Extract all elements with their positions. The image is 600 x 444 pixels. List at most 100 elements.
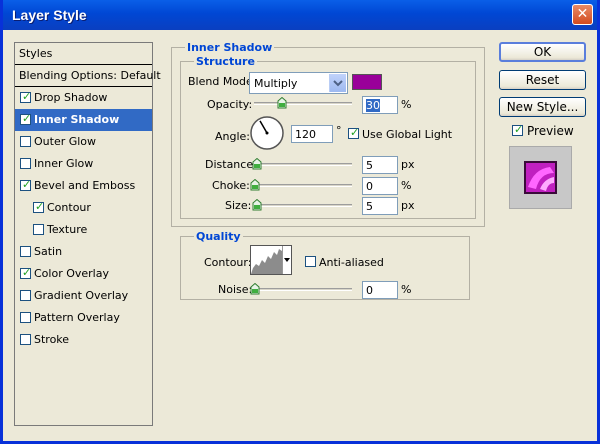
- noise-slider-thumb[interactable]: [250, 282, 260, 295]
- inner-shadow-title: Inner Shadow: [185, 41, 275, 54]
- distance-input[interactable]: 5: [362, 156, 398, 174]
- close-button[interactable]: ✕: [572, 4, 593, 25]
- angle-input[interactable]: 120: [291, 125, 333, 143]
- reset-button[interactable]: Reset: [499, 70, 586, 90]
- style-list-item[interactable]: ✓ Drop Shadow: [15, 87, 152, 109]
- choke-slider-track[interactable]: [254, 184, 352, 187]
- style-list-item-label: Pattern Overlay: [34, 311, 120, 324]
- choke-value: 0: [366, 180, 373, 193]
- shadow-color-swatch[interactable]: [352, 74, 382, 90]
- style-list-item-label: Blending Options: Default: [19, 69, 161, 82]
- new-style-label: New Style...: [506, 100, 579, 114]
- style-list-item-label: Stroke: [34, 333, 70, 346]
- style-list-item-label: Styles: [19, 47, 53, 60]
- style-checkbox[interactable]: [20, 246, 31, 257]
- style-list-item-label: Contour: [47, 201, 91, 214]
- styles-list: Styles Blending Options: Default ✓ Drop Sha…: [14, 42, 161, 426]
- size-unit: px: [401, 199, 415, 212]
- distance-label: Distance:: [205, 158, 257, 171]
- use-global-light-label[interactable]: Use Global Light: [362, 128, 452, 141]
- style-list-item[interactable]: Pattern Overlay: [15, 307, 152, 329]
- choke-label: Choke:: [212, 179, 250, 192]
- style-list-item[interactable]: Stroke: [15, 329, 152, 351]
- style-list-item-label: Gradient Overlay: [34, 289, 129, 302]
- style-checkbox[interactable]: [20, 158, 31, 169]
- style-checkbox[interactable]: [20, 136, 31, 147]
- style-list-item-label: Inner Glow: [34, 157, 94, 170]
- style-list-item[interactable]: ✓ Contour: [15, 197, 152, 219]
- title-bar[interactable]: Layer Style ✕: [3, 0, 597, 30]
- checkmark-icon: ✓: [35, 200, 45, 213]
- degree-symbol: °: [336, 124, 342, 137]
- window-title: Layer Style: [12, 7, 87, 23]
- style-checkbox[interactable]: ✓: [20, 266, 32, 279]
- style-list-item[interactable]: Inner Glow: [15, 153, 152, 175]
- opacity-slider-thumb[interactable]: [277, 96, 287, 109]
- style-checkbox[interactable]: ✓: [33, 200, 45, 213]
- preview-label[interactable]: Preview: [527, 124, 574, 138]
- style-list-item-label: Outer Glow: [34, 135, 97, 148]
- size-input[interactable]: 5: [362, 197, 398, 215]
- style-checkbox[interactable]: ✓: [20, 90, 32, 103]
- blend-mode-select[interactable]: Multiply: [249, 72, 348, 94]
- choke-slider-thumb[interactable]: [250, 178, 260, 191]
- size-value: 5: [366, 200, 373, 213]
- style-list-item[interactable]: Styles: [15, 43, 152, 65]
- style-checkbox[interactable]: [20, 312, 31, 323]
- preview-thumbnail: [509, 146, 572, 209]
- size-label: Size:: [225, 199, 252, 212]
- style-checkbox[interactable]: [33, 224, 44, 235]
- ok-label: OK: [533, 45, 552, 59]
- style-list-item-label: Inner Shadow: [34, 113, 120, 126]
- blend-mode-label: Blend Mode:: [188, 75, 257, 88]
- angle-dial[interactable]: [249, 115, 285, 151]
- preview-checkbox[interactable]: ✓: [512, 123, 524, 136]
- checkmark-icon: ✓: [22, 90, 32, 103]
- angle-value: 120: [295, 128, 316, 141]
- opacity-value: 30: [366, 99, 380, 112]
- style-checkbox[interactable]: [20, 290, 31, 301]
- anti-aliased-label[interactable]: Anti-aliased: [319, 256, 384, 269]
- choke-input[interactable]: 0: [362, 177, 398, 195]
- distance-value: 5: [366, 159, 373, 172]
- contour-picker[interactable]: [250, 245, 292, 275]
- distance-unit: px: [401, 158, 415, 171]
- dropdown-button[interactable]: [329, 74, 346, 92]
- anti-aliased-checkbox[interactable]: [305, 256, 316, 267]
- style-list-item-label: Satin: [34, 245, 63, 258]
- opacity-input[interactable]: 30: [362, 96, 398, 114]
- distance-slider-thumb[interactable]: [252, 157, 262, 170]
- checkmark-icon: ✓: [350, 126, 360, 139]
- noise-unit: %: [401, 283, 412, 296]
- ok-button[interactable]: OK: [499, 42, 586, 62]
- noise-slider-track[interactable]: [254, 288, 352, 291]
- style-checkbox[interactable]: ✓: [20, 112, 32, 125]
- size-slider-thumb[interactable]: [252, 198, 262, 211]
- style-list-item[interactable]: Gradient Overlay: [15, 285, 152, 307]
- distance-slider-track[interactable]: [254, 163, 352, 166]
- preview-swatch-icon: [524, 161, 557, 194]
- style-list-item[interactable]: Outer Glow: [15, 131, 152, 153]
- close-icon: ✕: [576, 6, 589, 22]
- contour-curve-icon: [251, 249, 282, 274]
- size-slider-track[interactable]: [254, 204, 352, 207]
- style-list-item[interactable]: ✓ Color Overlay: [15, 263, 152, 285]
- style-checkbox[interactable]: ✓: [20, 178, 31, 191]
- checkmark-icon: ✓: [514, 123, 524, 136]
- noise-input[interactable]: 0: [362, 281, 398, 299]
- style-checkbox[interactable]: [20, 334, 31, 345]
- checkmark-icon: ✓: [22, 266, 32, 279]
- opacity-slider-track[interactable]: [254, 102, 352, 105]
- style-list-item[interactable]: ✓ Bevel and Emboss: [15, 175, 152, 197]
- use-global-light-checkbox[interactable]: ✓: [348, 126, 360, 139]
- style-list-item[interactable]: ✓ Inner Shadow: [15, 109, 152, 131]
- new-style-button[interactable]: New Style...: [499, 97, 586, 117]
- style-list-item[interactable]: Satin: [15, 241, 152, 263]
- style-list-item[interactable]: Texture: [15, 219, 152, 241]
- opacity-label: Opacity:: [207, 98, 253, 111]
- checkmark-icon: ✓: [22, 112, 32, 125]
- style-list-item[interactable]: Blending Options: Default: [15, 65, 161, 87]
- chevron-down-icon: [333, 80, 343, 87]
- noise-value: 0: [366, 284, 373, 297]
- style-list-item-label: Bevel and Emboss: [34, 179, 136, 192]
